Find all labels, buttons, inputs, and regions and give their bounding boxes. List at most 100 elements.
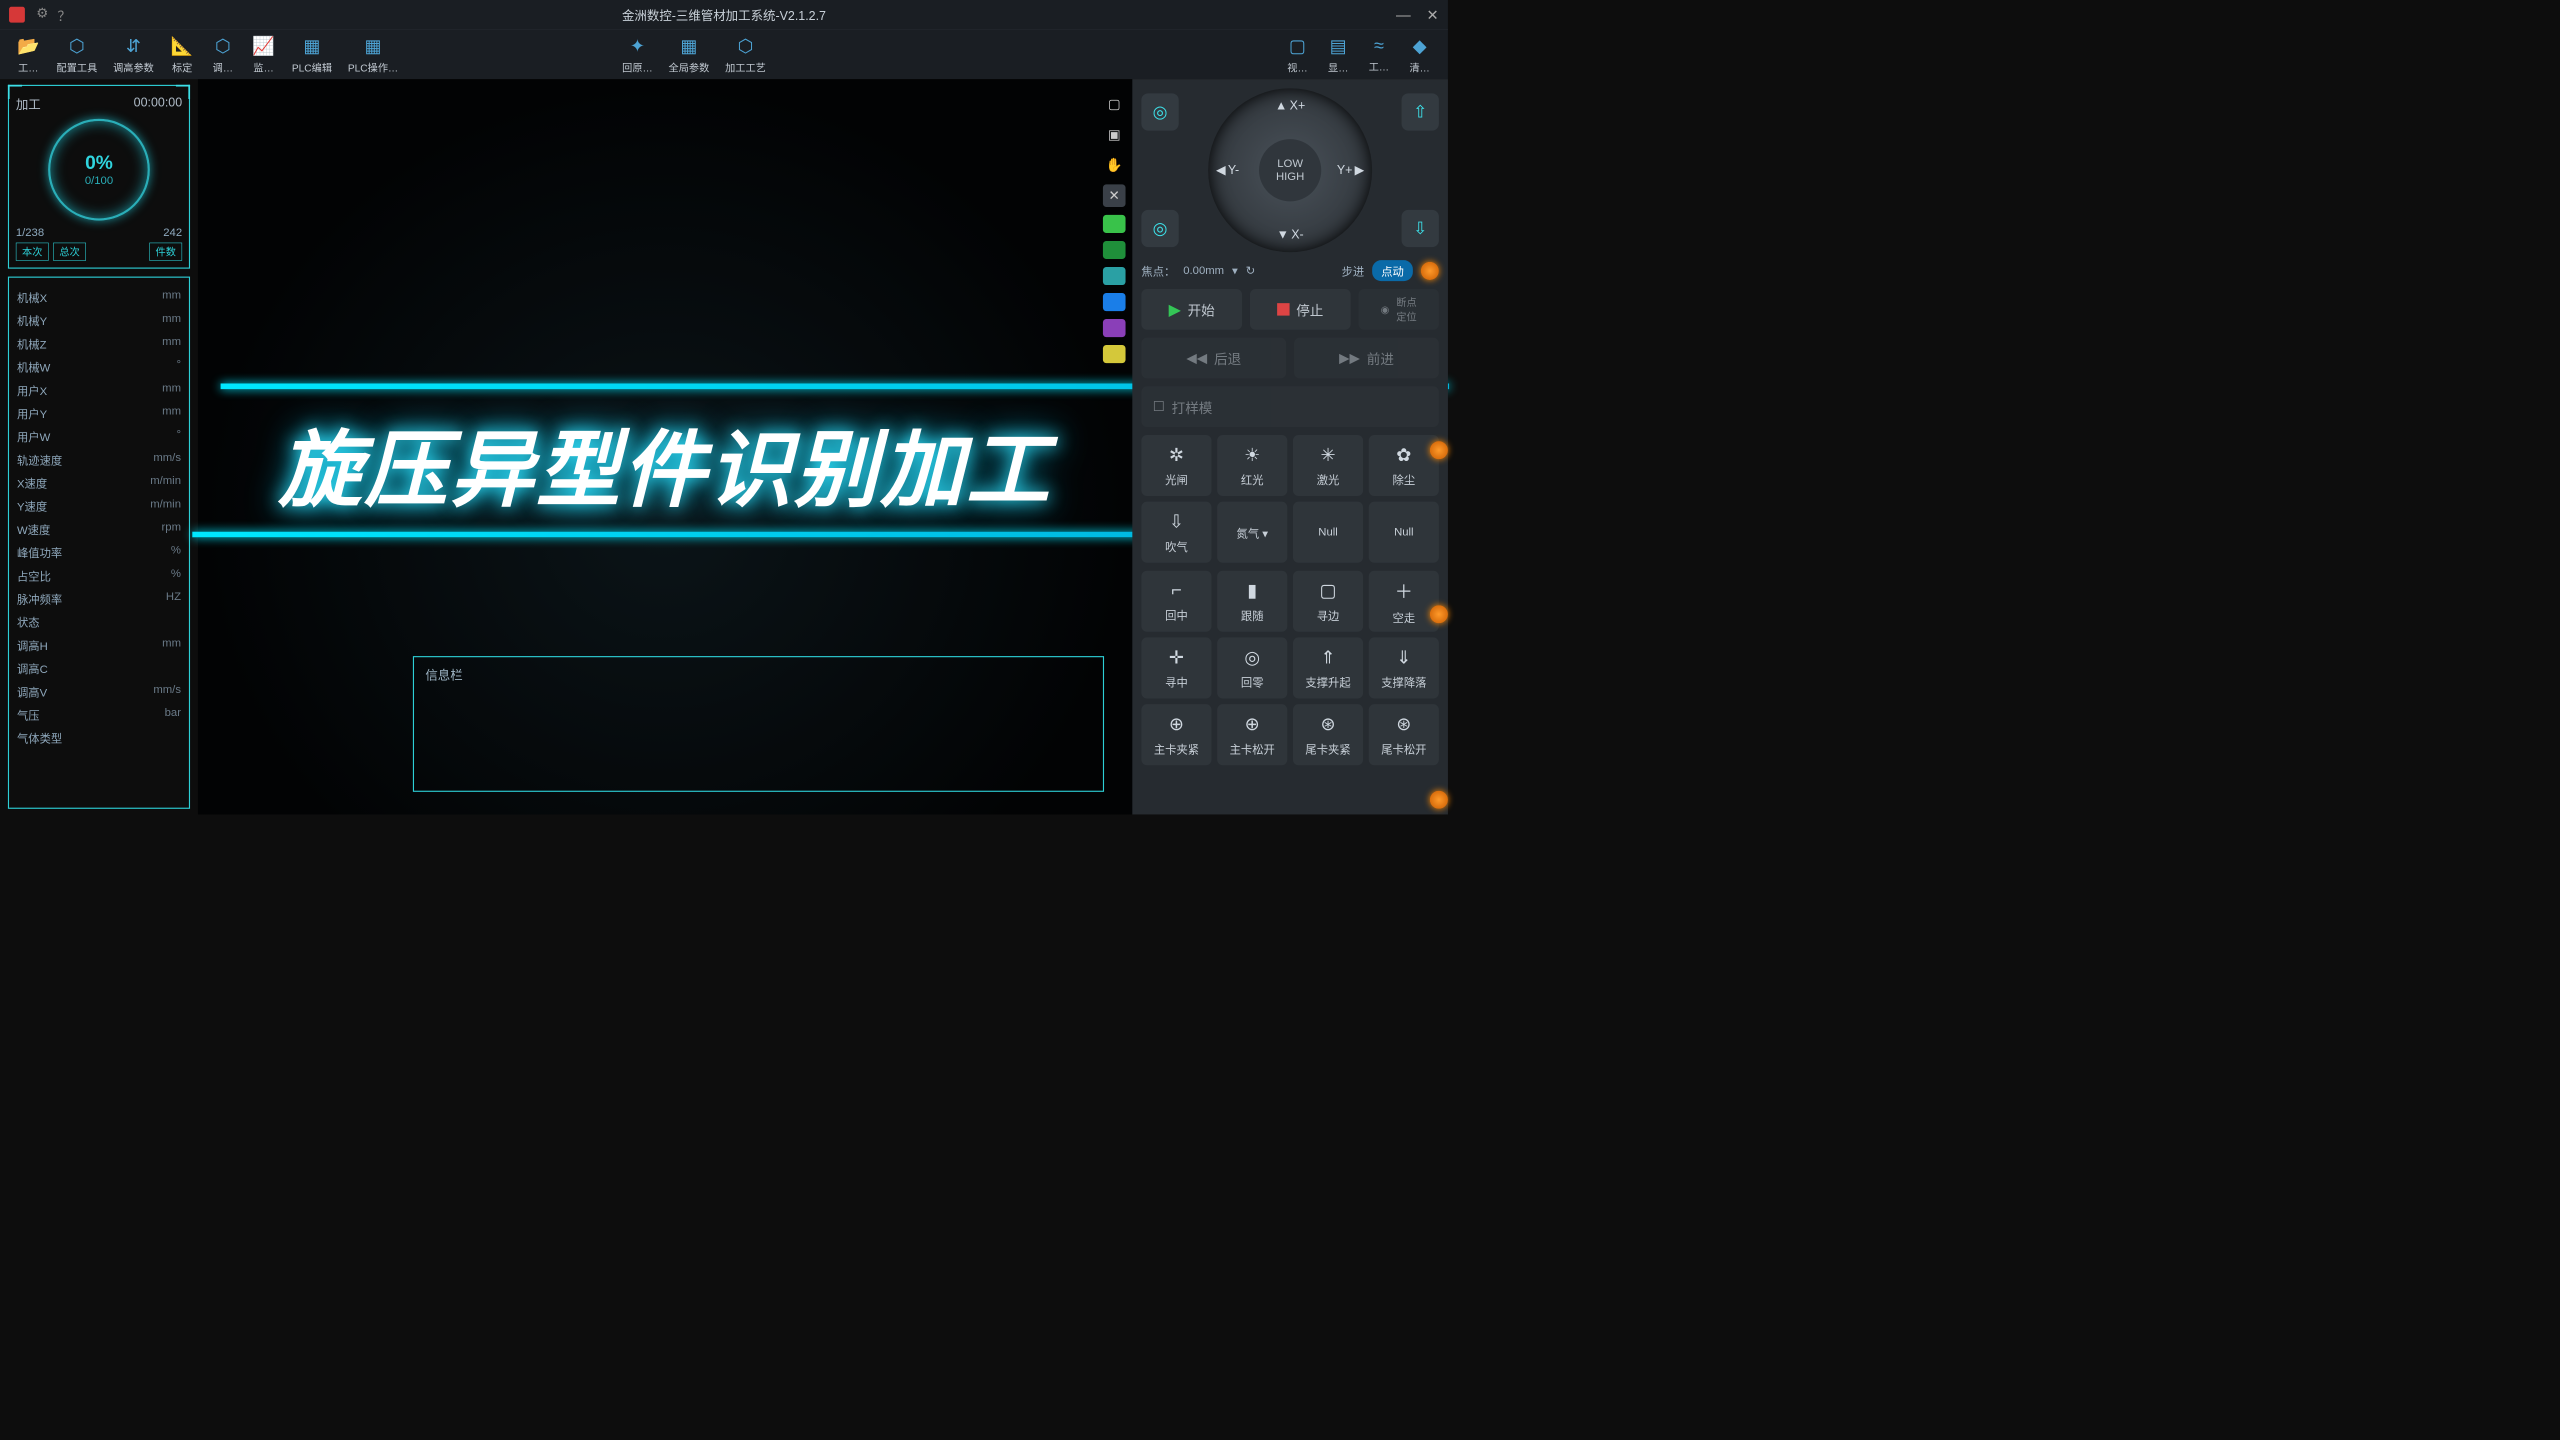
toolbar-全局参数[interactable]: ▦全局参数 — [663, 33, 715, 77]
jog-x-minus[interactable]: ▼ X- — [1277, 227, 1304, 242]
stop-button[interactable]: 停止 — [1250, 289, 1351, 330]
stat-用户W: 用户W° — [17, 425, 181, 448]
toolbar-工…[interactable]: ≈工… — [1361, 33, 1397, 77]
color-chip[interactable] — [1103, 293, 1126, 311]
overlay-title: 旋压异型件识别加工 — [278, 402, 1052, 524]
stat-X速度: X速度m/min — [17, 471, 181, 494]
progress-left-value: 1/238 — [16, 226, 44, 239]
grid-光闸[interactable]: ✲光闸 — [1141, 435, 1211, 496]
color-chip[interactable] — [1103, 319, 1126, 337]
tag-pieces[interactable]: 件数 — [149, 243, 182, 261]
progress-percent: 0% — [85, 152, 113, 174]
grid-Null[interactable]: Null — [1293, 502, 1363, 563]
3d-viewport[interactable]: ▢▣✋✕ 旋压异型件识别加工 信息栏 — [198, 79, 1132, 814]
grid-寻边[interactable]: ▢寻边 — [1293, 571, 1363, 632]
toolbar-视…[interactable]: ▢视… — [1279, 33, 1315, 77]
step-label: 步进 — [1342, 262, 1365, 278]
grid-除尘[interactable]: ✿除尘 — [1369, 435, 1439, 496]
grid-氮气 ▾[interactable]: 氮气 ▾ — [1217, 502, 1287, 563]
stat-气压: 气压bar — [17, 703, 181, 726]
jog-pill[interactable]: 点动 — [1372, 260, 1413, 281]
color-chip[interactable] — [1103, 241, 1126, 259]
grid-回中[interactable]: ⌐回中 — [1141, 571, 1211, 632]
jog-mode-b[interactable]: ◎ — [1141, 210, 1178, 247]
jog-x-plus[interactable]: ▲ X+ — [1275, 98, 1305, 113]
jog-speed-toggle[interactable]: LOWHIGH — [1259, 139, 1321, 201]
grid-回零[interactable]: ◎回零 — [1217, 637, 1287, 698]
progress-time: 00:00:00 — [134, 95, 182, 113]
color-chip[interactable] — [1103, 345, 1126, 363]
minimize-button[interactable]: — — [1396, 6, 1411, 24]
stat-用户X: 用户Xmm — [17, 378, 181, 401]
toolbar-清…[interactable]: ◆清… — [1402, 33, 1438, 77]
jog-mode-a[interactable]: ◎ — [1141, 93, 1178, 130]
grid-尾卡夹紧[interactable]: ⊛尾卡夹紧 — [1293, 704, 1363, 765]
stat-调高V: 调高Vmm/s — [17, 680, 181, 703]
focus-label: 焦点： — [1141, 262, 1175, 278]
grid-Null[interactable]: Null — [1369, 502, 1439, 563]
viewport-tool-3[interactable]: ✕ — [1103, 184, 1126, 207]
grid-激光[interactable]: ✳激光 — [1293, 435, 1363, 496]
close-button[interactable]: ✕ — [1427, 6, 1439, 24]
focus-value: 0.00mm — [1183, 264, 1224, 277]
viewport-tools: ▢ ▣ ✋ ✕ — [1103, 93, 1126, 363]
forward-button[interactable]: ▶▶ 前进 — [1294, 338, 1439, 379]
titlebar: ⚙ ？ 金洲数控-三维管材加工系统-V2.1.2.7 — ✕ — [0, 0, 1448, 29]
jog-wheel[interactable]: ▲ X+ ▼ X- ◀ Y- Y+ ▶ LOWHIGH — [1208, 88, 1372, 252]
toolbar-PLC编辑[interactable]: ▦PLC编辑 — [286, 33, 337, 77]
control-panel: ◎ ◎ ▲ X+ ▼ X- ◀ Y- Y+ ▶ LOWHIGH ⇧ ⇩ — [1132, 79, 1448, 814]
grid-主卡夹紧[interactable]: ⊕主卡夹紧 — [1141, 704, 1211, 765]
settings-icon[interactable]: ⚙ — [36, 5, 48, 25]
stat-气体类型: 气体类型 — [17, 726, 181, 749]
stat-机械Y: 机械Ymm — [17, 309, 181, 332]
toolbar-调高参数[interactable]: ⇵调高参数 — [107, 33, 159, 77]
main-toolbar: 📂工…⬡配置工具⇵调高参数📐标定⬡调…📈监…▦PLC编辑▦PLC操作… ✦回原…… — [0, 29, 1448, 79]
toolbar-PLC操作…[interactable]: ▦PLC操作… — [342, 33, 404, 77]
viewport-tool-1[interactable]: ▣ — [1103, 123, 1126, 146]
jog-z-up[interactable]: ⇧ — [1402, 93, 1439, 130]
grid-跟随[interactable]: ▮跟随 — [1217, 571, 1287, 632]
toolbar-显…[interactable]: ▤显… — [1320, 33, 1356, 77]
toolbar-工…[interactable]: 📂工… — [10, 33, 46, 77]
tag-this-time[interactable]: 本次 — [16, 243, 49, 261]
progress-panel: 加工 00:00:00 0% 0/100 1/238 242 本次 总次 件数 — [8, 85, 190, 269]
jog-z-down[interactable]: ⇩ — [1402, 210, 1439, 247]
jog-y-plus[interactable]: Y+ ▶ — [1337, 163, 1364, 178]
toolbar-调…[interactable]: ⬡调… — [205, 33, 241, 77]
stat-机械X: 机械Xmm — [17, 286, 181, 309]
help-icon[interactable]: ？ — [57, 5, 71, 25]
window-title: 金洲数控-三维管材加工系统-V2.1.2.7 — [622, 6, 826, 24]
focus-refresh-icon[interactable]: ↻ — [1246, 264, 1255, 278]
stat-峰值功率: 峰值功率% — [17, 541, 181, 564]
status-list: 机械Xmm机械Ymm机械Zmm机械W°用户Xmm用户Ymm用户W°轨迹速度mm/… — [8, 277, 190, 809]
grid-尾卡松开[interactable]: ⊛尾卡松开 — [1369, 704, 1439, 765]
back-button[interactable]: ◀◀ 后退 — [1141, 338, 1286, 379]
start-button[interactable]: ▶开始 — [1141, 289, 1242, 330]
jog-y-minus[interactable]: ◀ Y- — [1216, 163, 1239, 178]
focus-dropdown-icon[interactable]: ▾ — [1232, 264, 1238, 278]
breakpoint-button[interactable]: ◉ 断点 定位 — [1358, 289, 1438, 330]
toolbar-配置工具[interactable]: ⬡配置工具 — [51, 33, 103, 77]
viewport-tool-2[interactable]: ✋ — [1103, 154, 1126, 177]
viewport-tool-0[interactable]: ▢ — [1103, 93, 1126, 116]
stat-W速度: W速度rpm — [17, 518, 181, 541]
grid-支撑升起[interactable]: ⇑支撑升起 — [1293, 637, 1363, 698]
toolbar-标定[interactable]: 📐标定 — [164, 33, 200, 77]
sample-mode-checkbox[interactable]: ☐ 打样模 — [1141, 386, 1439, 427]
color-chip[interactable] — [1103, 215, 1126, 233]
stat-占空比: 占空比% — [17, 564, 181, 587]
grid-寻中[interactable]: ✛寻中 — [1141, 637, 1211, 698]
grid-吹气[interactable]: ⇩吹气 — [1141, 502, 1211, 563]
stat-机械Z: 机械Zmm — [17, 332, 181, 355]
tag-total[interactable]: 总次 — [53, 243, 86, 261]
grid-空走[interactable]: ＋空走 — [1369, 571, 1439, 632]
stat-用户Y: 用户Ymm — [17, 402, 181, 425]
grid-主卡松开[interactable]: ⊕主卡松开 — [1217, 704, 1287, 765]
grid-红光[interactable]: ☀红光 — [1217, 435, 1287, 496]
color-chip[interactable] — [1103, 267, 1126, 285]
toolbar-回原…[interactable]: ✦回原… — [617, 33, 659, 77]
stat-调高C: 调高C — [17, 657, 181, 680]
toolbar-监…[interactable]: 📈监… — [245, 33, 281, 77]
toolbar-加工工艺[interactable]: ⬡加工工艺 — [719, 33, 771, 77]
grid-支撑降落[interactable]: ⇓支撑降落 — [1369, 637, 1439, 698]
